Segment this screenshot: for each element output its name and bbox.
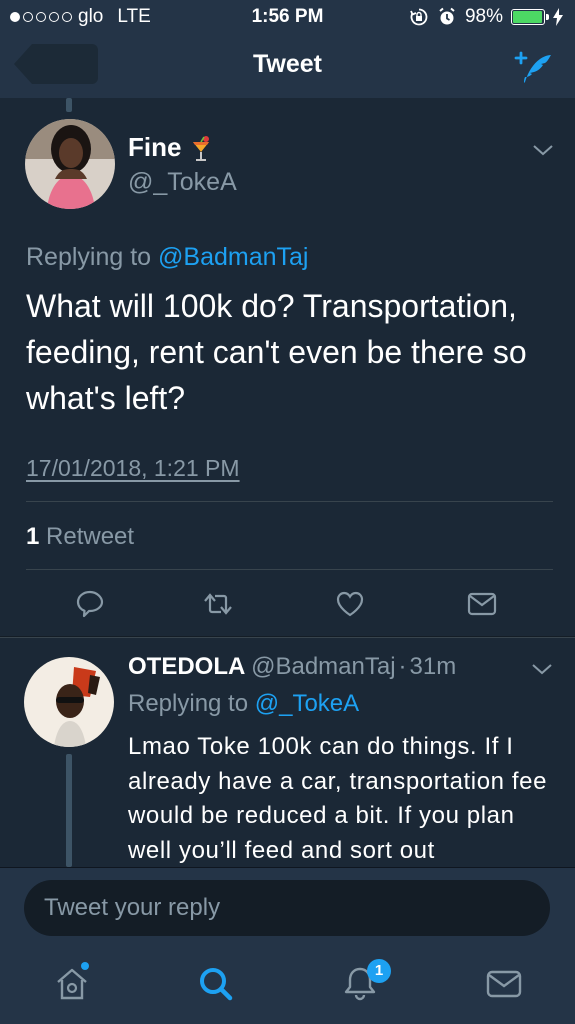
battery-icon (511, 9, 549, 25)
author-name[interactable]: Fine (128, 132, 181, 163)
messages-icon[interactable] (484, 964, 524, 1004)
search-icon[interactable] (196, 964, 236, 1004)
reply-text: Lmao Toke 100k can do things. If I alrea… (128, 733, 548, 864)
reply-author[interactable]: OTEDOLA @BadmanTaj · 31m (128, 653, 456, 681)
reply-replying-to: Replying to @_TokeA (128, 690, 359, 718)
replying-to: Replying to @BadmanTaj (26, 243, 308, 272)
charging-bolt-icon (553, 8, 563, 26)
alarm-icon (439, 7, 455, 25)
home-icon[interactable] (52, 964, 92, 1004)
reply-author-name: OTEDOLA (128, 653, 245, 680)
divider (26, 501, 553, 502)
chevron-down-icon[interactable] (532, 143, 554, 157)
reply-author-handle: @BadmanTaj (251, 653, 396, 680)
tweet-timestamp[interactable]: 17/01/2018, 1:21 PM (26, 455, 240, 482)
nav-bar: Tweet (0, 34, 575, 99)
mention-link[interactable]: @BadmanTaj (158, 243, 308, 271)
page-title: Tweet (253, 50, 322, 78)
chevron-down-icon[interactable] (531, 662, 553, 676)
replying-prefix: Replying to (128, 690, 249, 717)
avatar[interactable] (25, 119, 115, 209)
notification-badge: 1 (367, 959, 391, 983)
status-bar: glo LTE 1:56 PM 98% (0, 0, 575, 34)
share-mail-icon[interactable] (466, 588, 498, 620)
retweet-number: 1 (26, 523, 40, 550)
retweet-label: Retweet (46, 523, 135, 550)
divider (26, 569, 553, 570)
reply-age: 31m (409, 653, 457, 680)
thread-connector (66, 98, 72, 112)
lock-rotation-icon (410, 8, 428, 26)
replying-prefix: Replying to (26, 243, 152, 271)
compose-tweet-icon[interactable] (513, 47, 553, 87)
status-bar-right: 98% (409, 6, 563, 28)
thread-connector (66, 754, 72, 867)
like-icon[interactable] (334, 588, 366, 620)
battery-percent: 98% (464, 6, 503, 27)
mention-link[interactable]: @_TokeA (255, 690, 359, 717)
reply-avatar[interactable] (24, 657, 114, 747)
retweet-icon[interactable] (202, 588, 234, 620)
reply-icon[interactable] (74, 588, 106, 620)
reply-input[interactable]: Tweet your reply (24, 880, 550, 936)
cocktail-icon (193, 136, 209, 161)
reply-separator: · (398, 653, 407, 680)
author-handle[interactable]: @_TokeA (128, 168, 237, 197)
tweet-text: What will 100k do? Transportation, feedi… (26, 288, 527, 416)
home-unread-dot (81, 962, 89, 970)
retweet-count[interactable]: 1 Retweet (26, 523, 134, 551)
